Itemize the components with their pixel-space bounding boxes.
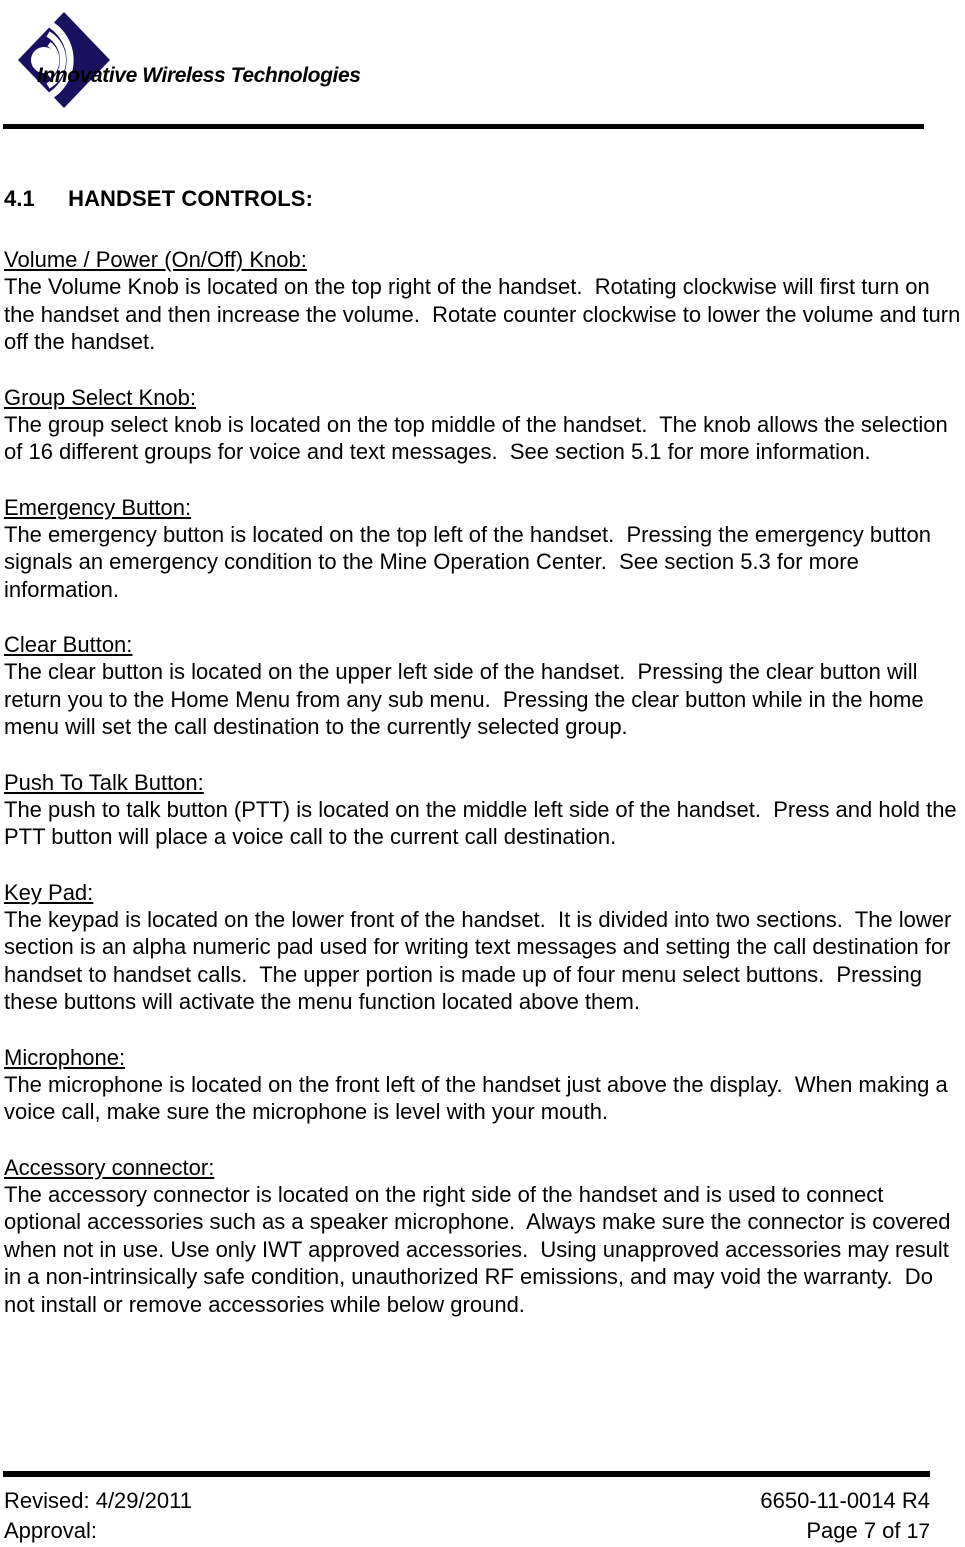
section-microphone: Microphone: The microphone is located on… bbox=[4, 1044, 961, 1126]
footer-row-bottom: Approval: Page 7 of 17 bbox=[4, 1516, 930, 1547]
iwt-wireless-diamond-logo-icon bbox=[16, 10, 112, 110]
section-volume-power-knob: Volume / Power (On/Off) Knob: The Volume… bbox=[4, 246, 961, 356]
section-heading: Accessory connector: bbox=[4, 1154, 215, 1180]
section-heading: Push To Talk Button: bbox=[4, 769, 204, 795]
total-pages-field: 17 bbox=[906, 1520, 930, 1543]
section-key-pad: Key Pad: The keypad is located on the lo… bbox=[4, 879, 961, 1016]
page-number-label: Page 7 of bbox=[806, 1518, 907, 1543]
logo-wordmark: Innovative Wireless Technologies bbox=[37, 64, 361, 87]
section-accessory-connector: Accessory connector: The accessory conne… bbox=[4, 1154, 961, 1319]
section-paragraph: The keypad is located on the lower front… bbox=[4, 906, 958, 1015]
section-heading: Clear Button: bbox=[4, 632, 133, 657]
section-clear-button: Clear Button: The clear button is locate… bbox=[4, 631, 961, 741]
section-paragraph: The group select knob is located on the … bbox=[4, 411, 954, 465]
revised-date: Revised: 4/29/2011 bbox=[4, 1488, 192, 1513]
page-footer: Revised: 4/29/2011 6650-11-0014 R4 Appro… bbox=[0, 1466, 965, 1544]
document-body: 4.1 HANDSET CONTROLS: Volume / Power (On… bbox=[4, 186, 961, 1332]
section-heading: Group Select Knob: bbox=[4, 384, 197, 410]
footer-row-top: Revised: 4/29/2011 6650-11-0014 R4 bbox=[4, 1486, 930, 1516]
page-number: Page 7 of 17 bbox=[806, 1516, 930, 1547]
section-paragraph: The push to talk button (PTT) is located… bbox=[4, 796, 963, 850]
header-divider-rule bbox=[3, 124, 924, 129]
footer-content: Revised: 4/29/2011 6650-11-0014 R4 Appro… bbox=[4, 1486, 930, 1547]
section-push-to-talk-button: Push To Talk Button: The push to talk bu… bbox=[4, 769, 961, 851]
section-group-select-knob: Group Select Knob: The group select knob… bbox=[4, 384, 961, 466]
section-paragraph: The clear button is located on the upper… bbox=[4, 659, 930, 739]
section-paragraph: The emergency button is located on the t… bbox=[4, 521, 938, 602]
section-heading: Volume / Power (On/Off) Knob: bbox=[4, 247, 307, 272]
page-title: 4.1 HANDSET CONTROLS: bbox=[4, 186, 313, 211]
section-paragraph: The microphone is located on the front l… bbox=[4, 1071, 954, 1125]
section-heading: Key Pad: bbox=[4, 879, 94, 905]
section-heading: Microphone: bbox=[4, 1044, 126, 1070]
document-number: 6650-11-0014 R4 bbox=[760, 1488, 930, 1513]
footer-divider-rule bbox=[3, 1471, 930, 1477]
approval-label: Approval: bbox=[4, 1518, 97, 1543]
section-paragraph: The accessory connector is located on th… bbox=[4, 1181, 957, 1317]
section-paragraph: The Volume Knob is located on the top ri… bbox=[4, 274, 961, 354]
section-heading: Emergency Button: bbox=[4, 494, 192, 520]
section-emergency-button: Emergency Button: The emergency button i… bbox=[4, 494, 961, 604]
page-header: Innovative Wireless Technologies bbox=[0, 0, 965, 132]
